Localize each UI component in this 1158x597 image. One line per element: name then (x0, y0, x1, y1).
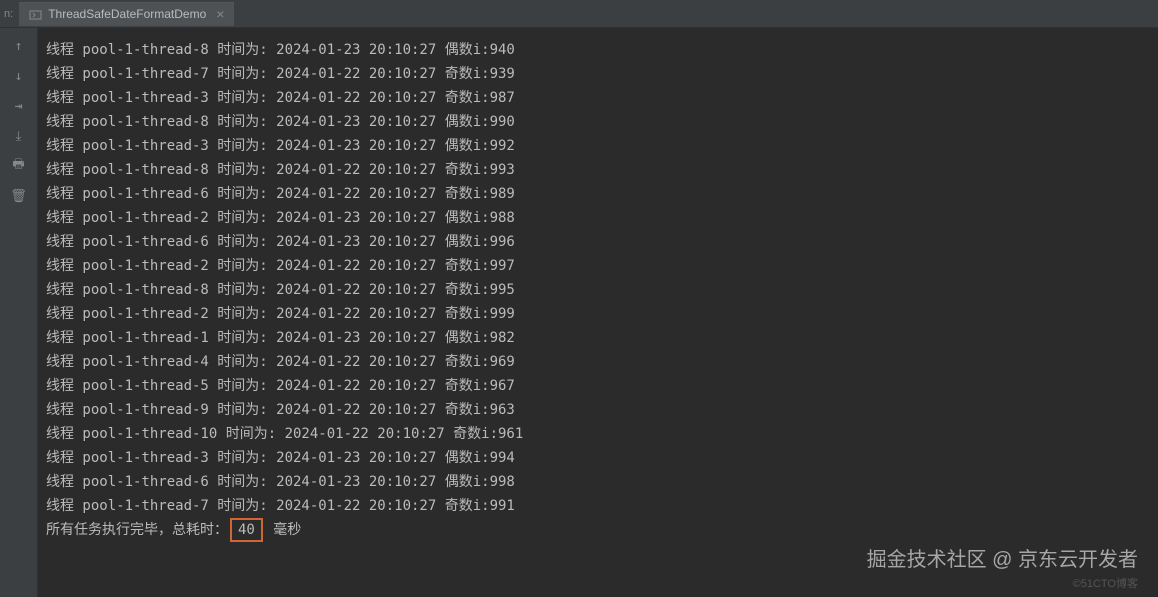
trash-icon[interactable]: 🗑 (9, 186, 29, 206)
console-line: 线程 pool-1-thread-3 时间为: 2024-01-22 20:10… (46, 86, 1150, 110)
down-arrow-icon[interactable]: ↓ (9, 66, 29, 86)
summary-suffix: 毫秒 (265, 522, 301, 538)
console-line: 线程 pool-1-thread-8 时间为: 2024-01-22 20:10… (46, 278, 1150, 302)
console-line: 线程 pool-1-thread-6 时间为: 2024-01-23 20:10… (46, 470, 1150, 494)
up-arrow-icon[interactable]: ↑ (9, 36, 29, 56)
console-line: 线程 pool-1-thread-6 时间为: 2024-01-22 20:10… (46, 182, 1150, 206)
run-tab[interactable]: ThreadSafeDateFormatDemo × (19, 2, 234, 26)
console-line: 线程 pool-1-thread-3 时间为: 2024-01-23 20:10… (46, 446, 1150, 470)
console-line: 线程 pool-1-thread-7 时间为: 2024-01-22 20:10… (46, 62, 1150, 86)
console-line: 线程 pool-1-thread-2 时间为: 2024-01-22 20:10… (46, 302, 1150, 326)
console-line: 线程 pool-1-thread-2 时间为: 2024-01-23 20:10… (46, 206, 1150, 230)
tab-bar: n: ThreadSafeDateFormatDemo × (0, 0, 1158, 28)
console-line: 线程 pool-1-thread-4 时间为: 2024-01-22 20:10… (46, 350, 1150, 374)
console-line: 线程 pool-1-thread-6 时间为: 2024-01-23 20:10… (46, 230, 1150, 254)
run-config-icon (29, 8, 42, 21)
summary-value-highlight: 40 (230, 518, 263, 542)
console-line: 线程 pool-1-thread-2 时间为: 2024-01-22 20:10… (46, 254, 1150, 278)
console-line: 线程 pool-1-thread-10 时间为: 2024-01-22 20:1… (46, 422, 1150, 446)
console-line: 线程 pool-1-thread-8 时间为: 2024-01-23 20:10… (46, 110, 1150, 134)
console-line: 线程 pool-1-thread-7 时间为: 2024-01-22 20:10… (46, 494, 1150, 518)
console-summary-line: 所有任务执行完毕，总耗时：40 毫秒 (46, 518, 1150, 542)
soft-wrap-icon[interactable]: ⇥ (9, 96, 29, 116)
console-line: 线程 pool-1-thread-5 时间为: 2024-01-22 20:10… (46, 374, 1150, 398)
print-icon[interactable]: 🖶 (9, 156, 29, 176)
console-line: 线程 pool-1-thread-3 时间为: 2024-01-23 20:10… (46, 134, 1150, 158)
console-line: 线程 pool-1-thread-9 时间为: 2024-01-22 20:10… (46, 398, 1150, 422)
toolbar-gutter: ↑ ↓ ⇥ ⤓ 🖶 🗑 (0, 28, 38, 597)
tab-title: ThreadSafeDateFormatDemo (48, 7, 206, 21)
console-line: 线程 pool-1-thread-1 时间为: 2024-01-23 20:10… (46, 326, 1150, 350)
console-line: 线程 pool-1-thread-8 时间为: 2024-01-22 20:10… (46, 158, 1150, 182)
scroll-to-end-icon[interactable]: ⤓ (9, 126, 29, 146)
summary-prefix: 所有任务执行完毕，总耗时： (46, 522, 228, 538)
console-line: 线程 pool-1-thread-8 时间为: 2024-01-23 20:10… (46, 38, 1150, 62)
prefix-label: n: (4, 8, 19, 20)
console-output[interactable]: 线程 pool-1-thread-8 时间为: 2024-01-23 20:10… (38, 28, 1158, 597)
main-area: ↑ ↓ ⇥ ⤓ 🖶 🗑 线程 pool-1-thread-8 时间为: 2024-01-2… (0, 28, 1158, 597)
close-icon[interactable]: × (216, 6, 224, 22)
